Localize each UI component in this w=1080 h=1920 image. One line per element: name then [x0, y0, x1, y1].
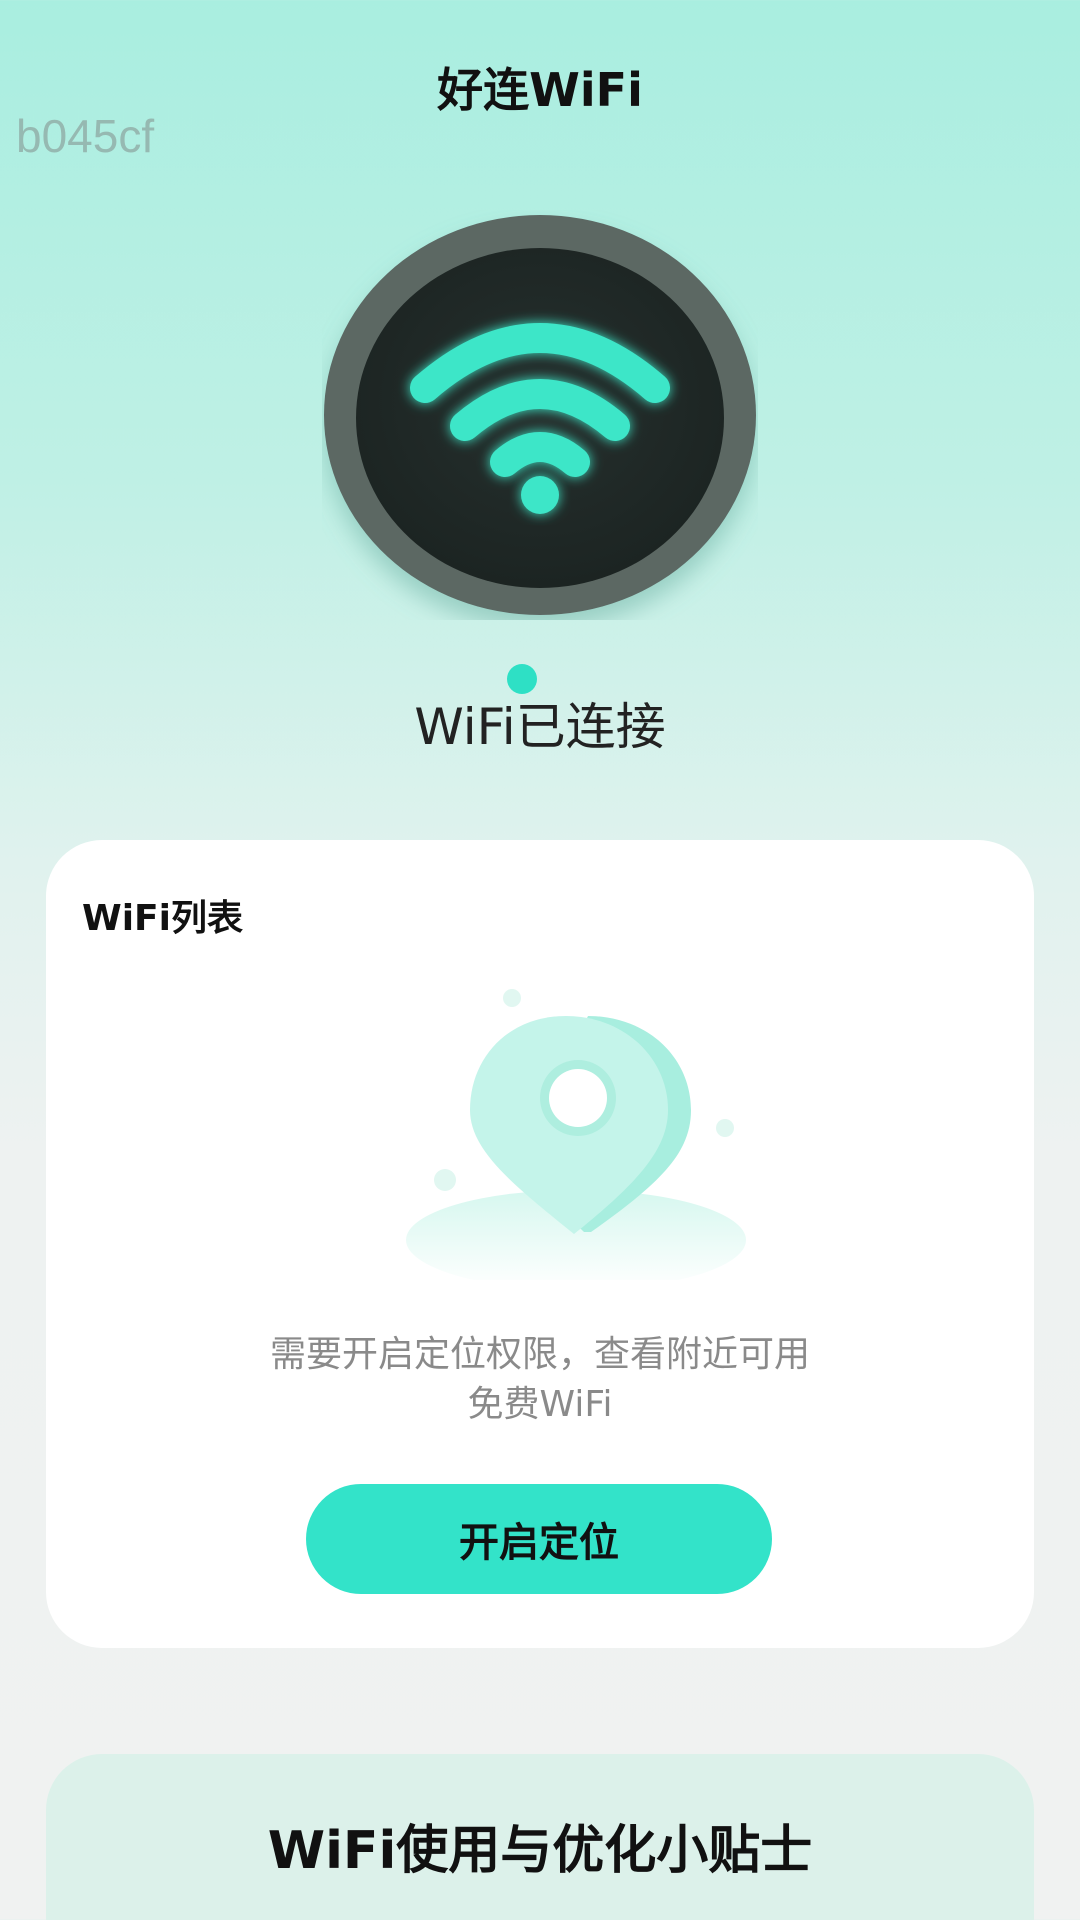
- location-pin-icon: [406, 989, 746, 1280]
- tips-card[interactable]: WiFi使用与优化小贴士: [46, 1754, 1034, 1920]
- watermark-text: b045cf: [16, 110, 155, 162]
- location-permission-hint: 需要开启定位权限，查看附近可用 免费WiFi: [196, 1330, 884, 1430]
- enable-location-button[interactable]: 开启定位: [306, 1484, 772, 1594]
- wifi-list-title: WiFi列表: [82, 898, 243, 939]
- hint-line-2: 免费WiFi: [467, 1384, 613, 1425]
- wifi-list-card: WiFi列表 需要开启定位权限，查看附近可用 免费WiFi 开启定位: [46, 840, 1034, 1648]
- tips-title: WiFi使用与优化小贴士: [267, 1821, 813, 1881]
- wifi-icon[interactable]: [322, 210, 758, 620]
- app-title: 好连WiFi: [437, 63, 643, 117]
- status-dot: [507, 664, 537, 694]
- connection-status: WiFi已连接: [414, 698, 666, 756]
- hint-line-1: 需要开启定位权限，查看附近可用: [269, 1334, 810, 1375]
